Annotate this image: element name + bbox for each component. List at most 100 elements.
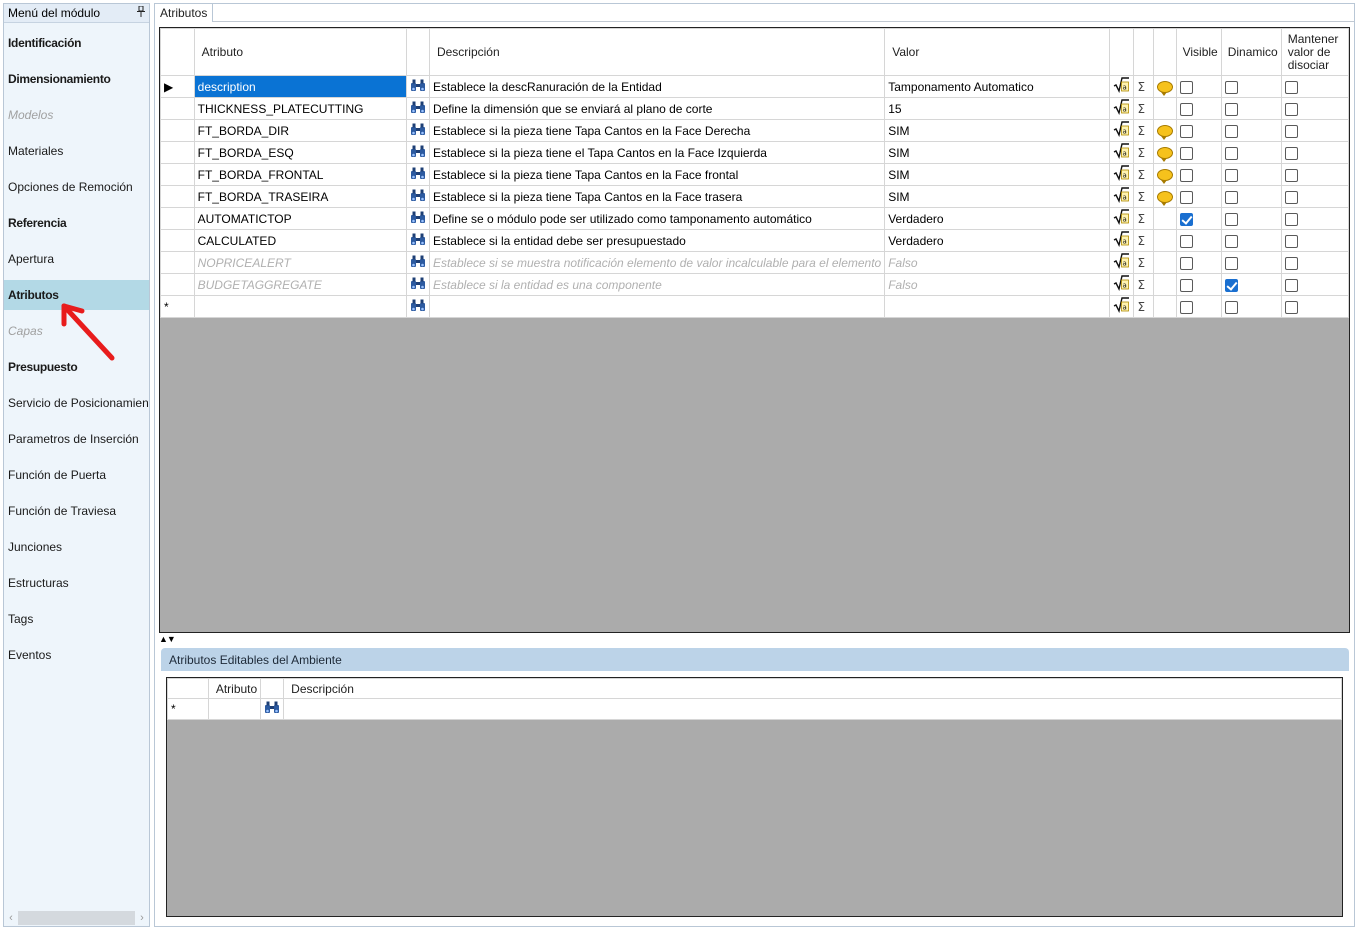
sidebar-item-dimensionamiento[interactable]: Dimensionamiento	[4, 64, 149, 94]
comment-cell[interactable]	[1152, 141, 1177, 164]
mantener-checkbox[interactable]	[1284, 80, 1298, 94]
row-header[interactable]	[160, 185, 195, 208]
env-new-row-atributo[interactable]	[207, 698, 262, 720]
sum-icon[interactable]: Σ	[1133, 163, 1154, 186]
dinamico-checkbox[interactable]	[1224, 102, 1238, 116]
cell-mantener[interactable]	[1280, 119, 1349, 142]
cell-dinamico[interactable]	[1220, 273, 1282, 296]
row-header[interactable]	[160, 119, 195, 142]
row-header[interactable]	[160, 207, 195, 230]
column-header-visible[interactable]: Visible	[1175, 28, 1222, 76]
table-row[interactable]: ▶ description Establece la descRanuración …	[160, 75, 1349, 98]
sidebar-horizontal-scrollbar[interactable]: ‹ ›	[4, 910, 149, 926]
cell-atributo[interactable]: FT_BORDA_TRASEIRA	[193, 185, 407, 208]
visible-checkbox[interactable]	[1179, 124, 1193, 138]
cell-visible[interactable]	[1175, 207, 1222, 230]
visible-checkbox[interactable]	[1179, 190, 1193, 204]
cell-atributo[interactable]: CALCULATED	[193, 229, 407, 252]
cell-visible[interactable]	[1175, 75, 1222, 98]
formula-icon[interactable]: a	[1109, 119, 1135, 142]
scroll-right-icon[interactable]: ›	[135, 912, 149, 924]
dinamico-checkbox[interactable]	[1224, 168, 1238, 182]
visible-checkbox[interactable]	[1179, 234, 1193, 248]
cell-descripcion[interactable]: Establece si la pieza tiene Tapa Cantos …	[428, 119, 886, 142]
cell-descripcion[interactable]: Establece si se muestra notificación ele…	[428, 251, 886, 274]
cell-atributo[interactable]: AUTOMATICTOP	[193, 207, 407, 230]
cell-mantener[interactable]	[1280, 75, 1349, 98]
cell-atributo[interactable]: FT_BORDA_ESQ	[193, 141, 407, 164]
cell-mantener[interactable]	[1280, 251, 1349, 274]
cell-visible[interactable]	[1175, 185, 1222, 208]
new-row-marker[interactable]: *	[160, 295, 195, 318]
splitter-toggle[interactable]: ▲▼	[159, 634, 176, 644]
cell-valor[interactable]: Falso	[884, 251, 1111, 274]
dinamico-checkbox[interactable]	[1224, 300, 1238, 314]
visible-checkbox[interactable]	[1179, 256, 1193, 270]
cell-mantener[interactable]	[1280, 163, 1349, 186]
env-new-row[interactable]: *	[167, 698, 1342, 720]
sidebar-item-identificacion[interactable]: Identificación	[4, 28, 149, 58]
mantener-checkbox[interactable]	[1284, 300, 1298, 314]
cell-valor[interactable]: SIM	[884, 185, 1111, 208]
mantener-checkbox[interactable]	[1284, 256, 1298, 270]
cell-descripcion[interactable]: Define se o módulo pode ser utilizado co…	[428, 207, 886, 230]
mantener-checkbox[interactable]	[1284, 146, 1298, 160]
sidebar-item-parametros-de-insercion[interactable]: Parametros de Inserción	[4, 424, 149, 454]
cell-dinamico[interactable]	[1220, 97, 1282, 120]
comment-cell[interactable]	[1152, 295, 1177, 318]
cell-descripcion[interactable]	[428, 295, 886, 318]
cell-valor[interactable]: Falso	[884, 273, 1111, 296]
cell-visible[interactable]	[1175, 295, 1222, 318]
formula-icon[interactable]: a	[1109, 207, 1135, 230]
comment-cell[interactable]	[1152, 185, 1177, 208]
comment-bubble-icon[interactable]	[1156, 147, 1173, 163]
row-header[interactable]	[160, 141, 195, 164]
formula-icon[interactable]: a	[1109, 295, 1135, 318]
comment-bubble-icon[interactable]	[1156, 81, 1173, 97]
sum-icon[interactable]: Σ	[1133, 141, 1154, 164]
table-row[interactable]: FT_BORDA_TRASEIRA Establece si la pieza t…	[160, 185, 1349, 208]
cell-dinamico[interactable]	[1220, 207, 1282, 230]
formula-icon[interactable]: a	[1109, 273, 1135, 296]
sidebar-item-apertura[interactable]: Apertura	[4, 244, 149, 274]
sidebar-item-estructuras[interactable]: Estructuras	[4, 568, 149, 598]
sidebar-item-referencia[interactable]: Referencia	[4, 208, 149, 238]
table-row[interactable]: AUTOMATICTOP Define se o módulo pode ser …	[160, 207, 1349, 230]
cell-dinamico[interactable]	[1220, 185, 1282, 208]
visible-checkbox[interactable]	[1179, 168, 1193, 182]
mantener-checkbox[interactable]	[1284, 102, 1298, 116]
cell-atributo[interactable]: description	[193, 75, 407, 98]
sidebar-item-funcion-de-traviesa[interactable]: Función de Traviesa	[4, 496, 149, 526]
env-column-header-atributo[interactable]: Atributo	[207, 678, 262, 699]
dinamico-checkbox[interactable]	[1224, 256, 1238, 270]
cell-valor[interactable]: Tamponamento Automatico	[884, 75, 1111, 98]
binoculars-icon[interactable]	[405, 163, 430, 186]
sum-icon[interactable]: Σ	[1133, 207, 1154, 230]
cell-mantener[interactable]	[1280, 295, 1349, 318]
dinamico-checkbox[interactable]	[1224, 234, 1238, 248]
binoculars-icon[interactable]	[405, 75, 430, 98]
dinamico-checkbox[interactable]	[1224, 146, 1238, 160]
cell-valor[interactable]: Verdadero	[884, 207, 1111, 230]
comment-bubble-icon[interactable]	[1156, 191, 1173, 207]
binoculars-icon[interactable]	[405, 97, 430, 120]
sum-icon[interactable]: Σ	[1133, 119, 1154, 142]
formula-icon[interactable]: a	[1109, 97, 1135, 120]
scroll-thumb[interactable]	[18, 911, 135, 925]
formula-icon[interactable]: a	[1109, 185, 1135, 208]
cell-visible[interactable]	[1175, 119, 1222, 142]
table-row[interactable]: CALCULATED Establece si la entidad debe s…	[160, 229, 1349, 252]
sum-icon[interactable]: Σ	[1133, 295, 1154, 318]
cell-atributo[interactable]: FT_BORDA_FRONTAL	[193, 163, 407, 186]
cell-atributo[interactable]: FT_BORDA_DIR	[193, 119, 407, 142]
cell-descripcion[interactable]: Establece si la pieza tiene Tapa Cantos …	[428, 185, 886, 208]
column-header-descripcion[interactable]: Descripción	[428, 28, 886, 76]
dinamico-checkbox[interactable]	[1224, 124, 1238, 138]
mantener-checkbox[interactable]	[1284, 212, 1298, 226]
cell-visible[interactable]	[1175, 229, 1222, 252]
cell-mantener[interactable]	[1280, 207, 1349, 230]
comment-cell[interactable]	[1152, 251, 1177, 274]
cell-descripcion[interactable]: Establece si la entidad es una component…	[428, 273, 886, 296]
mantener-checkbox[interactable]	[1284, 124, 1298, 138]
tab-atributos[interactable]: Atributos	[155, 4, 214, 22]
